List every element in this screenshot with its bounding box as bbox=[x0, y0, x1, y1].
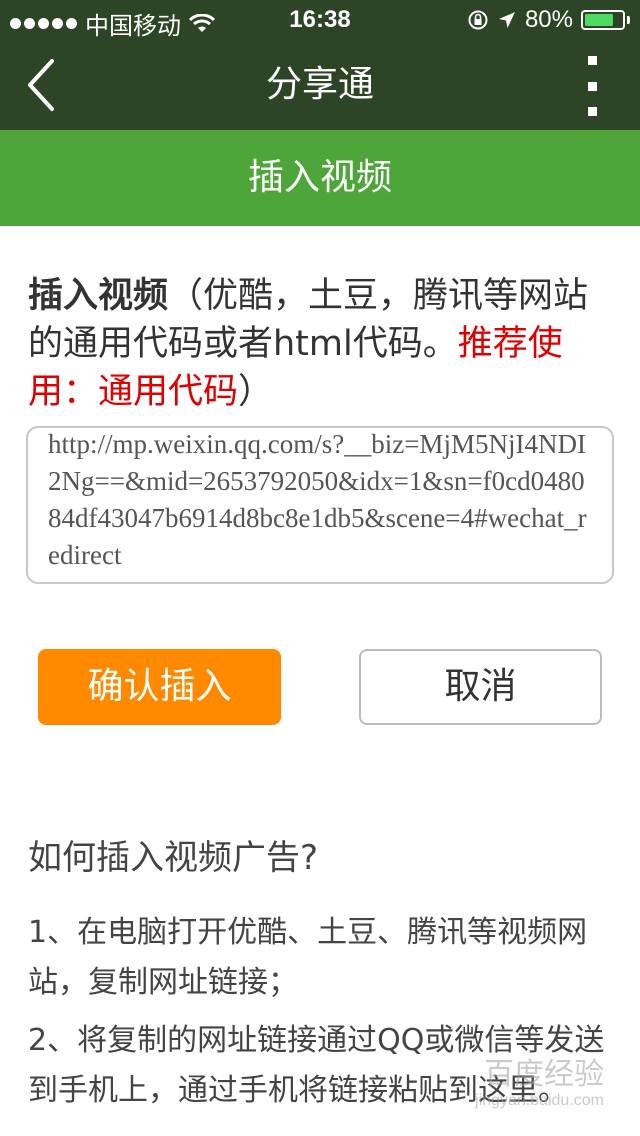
status-right: 80% bbox=[467, 6, 630, 34]
help-step-1: 1、在电脑打开优酷、土豆、腾讯等视频网站，复制网址链接； bbox=[28, 915, 588, 1000]
help-title: 如何插入视频广告? bbox=[28, 838, 319, 878]
battery-tip bbox=[627, 16, 630, 24]
cancel-button[interactable]: 取消 bbox=[359, 649, 602, 725]
rotation-lock-icon bbox=[468, 10, 488, 30]
video-code-value[interactable]: http://mp.weixin.qq.com/s?__biz=MjM5NjI4… bbox=[48, 428, 592, 574]
section-header: 插入视频 bbox=[0, 130, 640, 226]
watermark-main: 百度经验 bbox=[484, 1058, 604, 1091]
status-bar: 中国移动 16:38 80% bbox=[0, 0, 640, 40]
video-code-field[interactable]: http://mp.weixin.qq.com/s?__biz=MjM5NjI4… bbox=[26, 426, 614, 584]
nav-bar: 分享通 bbox=[0, 40, 640, 130]
watermark-sub: jingyan.baidu.com bbox=[475, 1092, 604, 1109]
watermark: 百度经验 jingyan.baidu.com bbox=[475, 1058, 604, 1110]
location-arrow-icon bbox=[498, 12, 515, 28]
battery-percent: 80% bbox=[524, 6, 573, 33]
intro-text: 插入视频（优酷，土豆，腾讯等网站的通用代码或者html代码。推荐使用：通用代码） bbox=[28, 272, 612, 416]
battery-fill bbox=[585, 14, 613, 26]
more-vertical-icon[interactable] bbox=[584, 56, 600, 116]
battery-icon bbox=[581, 10, 625, 30]
confirm-insert-button[interactable]: 确认插入 bbox=[38, 649, 281, 725]
intro-close: ） bbox=[238, 372, 274, 412]
intro-bold: 插入视频 bbox=[28, 276, 169, 316]
page-title: 分享通 bbox=[265, 64, 374, 105]
